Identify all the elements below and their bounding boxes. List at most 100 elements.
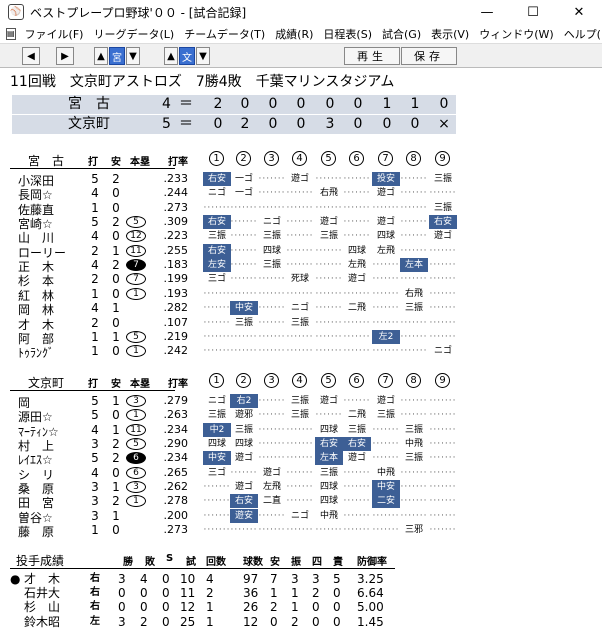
play-cell: 三振 <box>347 424 366 435</box>
menu-view[interactable]: 表示(V) <box>426 26 474 42</box>
play-empty: ······· <box>230 217 258 228</box>
pitcher-walks: 0 <box>312 614 320 629</box>
replay-button[interactable]: 再生 <box>344 47 400 65</box>
pitcher-strikeouts: 2 <box>291 614 299 629</box>
batter-row: ﾄｩﾗﾝｸﾞ 1 0 1.242 ······· ······· ······· ······… <box>0 344 600 360</box>
home-run-count: 6 <box>126 466 146 479</box>
play-cell: ニゴ <box>433 346 452 357</box>
play-empty: ······· <box>372 346 400 357</box>
pitching-header: 勝 <box>123 557 133 568</box>
header-hits: 安 <box>111 157 121 168</box>
play-cell: 遊ゴ <box>376 396 395 406</box>
play-empty: ······· <box>203 317 231 328</box>
play-empty: ······· <box>400 217 428 228</box>
home-run-count: 5 <box>126 330 146 343</box>
pitcher-losses: 0 <box>140 586 148 601</box>
pitcher-games: 11 <box>180 586 196 601</box>
batter-row: 宮崎☆ 5 2 5.309 右安 ······· ニゴ ······· 遊ゴ ······· 遊ゴ ·… <box>0 215 600 231</box>
pitcher-wins: 3 <box>118 572 126 586</box>
play-empty: ······· <box>372 510 400 521</box>
play-empty: ······· <box>258 202 286 213</box>
batter-hits: 0 <box>112 315 120 330</box>
batter-avg: .242 <box>163 344 189 358</box>
linescore-row: 宮 古 4 ＝ 2 0 0 0 0 0 1 1 0 <box>12 95 456 114</box>
maximize-button[interactable]: ☐ <box>510 0 556 24</box>
batter-row: 長岡☆ 4 0.244 ニゴ 一ゴ ······· ······· 右飛 ······· 遊ゴ ··… <box>0 186 600 202</box>
play-empty: ······· <box>400 482 428 493</box>
batter-hr: 6 <box>124 466 148 480</box>
play-cell: 三振 <box>290 410 309 421</box>
play-empty: ······· <box>315 245 343 256</box>
play-cell: 三振 <box>404 303 423 314</box>
inning-header: 2 <box>236 373 251 388</box>
up-arrow-icon-2[interactable]: ▲ <box>164 47 178 65</box>
app-window: { "app": {"title": "ベストプレープロ野球'００ - [試合記… <box>0 0 602 640</box>
up-arrow-icon[interactable]: ▲ <box>94 47 108 65</box>
play-empty: ······· <box>258 174 286 184</box>
batter-avg: .107 <box>163 315 189 329</box>
linescore-inning: 0 <box>213 116 223 132</box>
batter-ab: 3 <box>91 437 99 452</box>
prev-arrow-icon[interactable]: ◀ <box>22 47 40 65</box>
batter-avg: .279 <box>163 394 189 407</box>
pitcher-row: ● 才 木右 3 4 0 10 4 97 7 3 3 5 3.25 <box>0 572 600 586</box>
play-cell: 四球 <box>319 496 338 507</box>
play-empty: ······· <box>286 346 314 357</box>
batter-row: 杉 本 2 0 7.199 三ゴ ······· ······· 死球 ······· 遊ゴ ···… <box>0 272 600 288</box>
batter-row: 源田☆ 5 0 1.263 三振 遊邪 ······· 三振 ······· 二飛 三振 ······… <box>0 408 600 424</box>
next-arrow-icon[interactable]: ▶ <box>56 47 74 65</box>
play-empty: ······· <box>429 496 457 507</box>
play-empty: ······· <box>286 260 314 271</box>
menu-team-data[interactable]: チームデータ(T) <box>179 26 270 42</box>
play-empty: ······· <box>400 245 428 256</box>
batter-hits: 0 <box>112 408 120 423</box>
menu-league-data[interactable]: リーグデータ(L) <box>88 26 179 42</box>
batter-avg: .262 <box>163 480 189 494</box>
play-cell: 遊ゴ <box>234 453 253 464</box>
document-icon[interactable]: ▤ <box>6 27 16 40</box>
home-run-count: 7 <box>126 259 146 272</box>
menu-game[interactable]: 試合(G) <box>377 26 426 42</box>
play-cell: 中安 <box>230 301 258 316</box>
batter-hits: 2 <box>112 258 120 273</box>
menu-stats[interactable]: 成績(R) <box>270 26 318 42</box>
pitching-header: 安 <box>270 557 280 568</box>
play-empty: ······· <box>286 245 314 256</box>
play-cell: 三振 <box>319 231 338 242</box>
pitcher-wins: 3 <box>118 614 126 629</box>
batter-ab: 5 <box>91 172 99 186</box>
menu-window[interactable]: ウィンドウ(W) <box>474 26 558 42</box>
save-button[interactable]: 保存 <box>401 47 457 65</box>
play-empty: ······· <box>315 410 343 421</box>
batter-ab: 3 <box>91 494 99 509</box>
home-team-button[interactable]: 宮 <box>109 47 125 65</box>
play-empty: ······· <box>258 396 286 406</box>
inning-header: 9 <box>435 373 450 388</box>
batter-ab: 5 <box>91 215 99 230</box>
header-ab: 打 <box>88 379 98 390</box>
play-cell: 右飛 <box>319 188 338 199</box>
menu-help[interactable]: ヘルプ(H) <box>559 26 602 42</box>
down-arrow-icon[interactable]: ▼ <box>126 47 140 65</box>
close-button[interactable]: ✕ <box>556 0 602 24</box>
pitcher-wins: 0 <box>118 586 126 601</box>
play-cell: 二直 <box>262 496 281 507</box>
play-cell: 四球 <box>207 439 226 450</box>
menu-schedule[interactable]: 日程表(S) <box>318 26 377 42</box>
play-empty: ······· <box>230 525 258 536</box>
play-empty: ······· <box>400 496 428 507</box>
down-arrow-icon-2[interactable]: ▼ <box>196 47 210 65</box>
play-empty: ······· <box>286 467 314 478</box>
batter-hits: 1 <box>112 243 120 258</box>
linescore-eq: ＝ <box>179 116 193 132</box>
pitcher-games: 10 <box>180 572 196 586</box>
menu-file[interactable]: ファイル(F) <box>20 26 89 42</box>
batter-avg: .199 <box>163 272 189 286</box>
play-empty: ······· <box>400 231 428 242</box>
pitcher-walks: 0 <box>312 600 320 615</box>
play-empty: ······· <box>230 467 258 478</box>
linescore-inning: 3 <box>325 116 335 132</box>
minimize-button[interactable]: — <box>464 0 510 24</box>
away-team-button[interactable]: 文 <box>179 47 195 65</box>
play-cell: ニゴ <box>290 303 309 314</box>
